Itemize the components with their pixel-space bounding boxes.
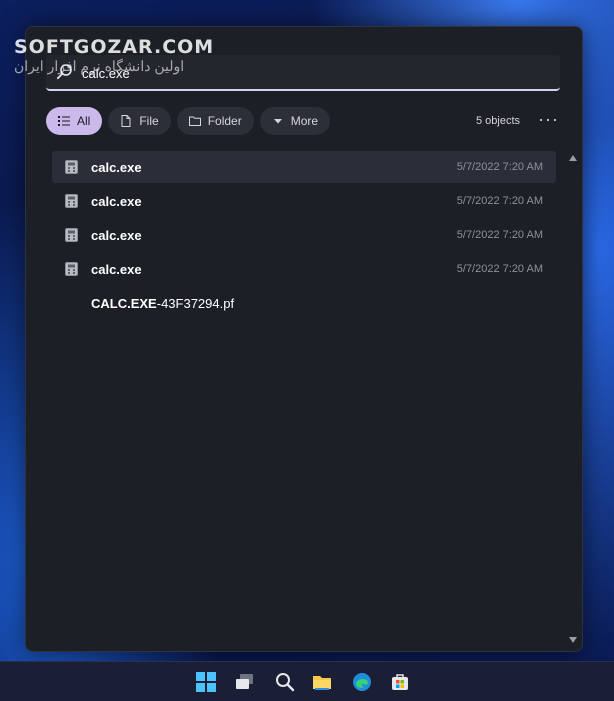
file-icon — [121, 115, 131, 127]
more-options-icon[interactable]: ··· — [538, 109, 559, 130]
watermark-tagline: اولین دانشگاه نرم افزار ایران — [14, 58, 185, 74]
task-view-icon[interactable] — [235, 672, 255, 692]
watermark-brand: SOFTGOZAR.COM — [14, 36, 215, 58]
file-explorer-icon[interactable] — [312, 672, 332, 692]
filter-more-button[interactable]: More — [259, 107, 331, 135]
filter-bar: All File Folder More — [46, 107, 331, 135]
result-count: 5 objects — [476, 115, 521, 127]
filter-folder-button[interactable]: Folder — [176, 107, 254, 135]
result-row-4[interactable]: calc.exe 5/7/2022 7:20 AM — [52, 253, 556, 285]
calculator-icon — [65, 262, 78, 276]
result-name: CALC.EXE-43F37294.pf — [91, 296, 234, 311]
result-date: 5/7/2022 7:20 AM — [456, 229, 543, 241]
search-panel: All File Folder More 5 objects ··· — [25, 26, 583, 652]
result-name: calc.exe — [91, 228, 142, 243]
search-icon[interactable] — [275, 672, 295, 692]
result-date: 5/7/2022 7:20 AM — [456, 195, 543, 207]
result-name-rest: -43F37294.pf — [156, 296, 235, 311]
filter-folder-label: Folder — [207, 114, 242, 128]
windows-start-icon[interactable] — [196, 672, 216, 692]
result-row-5[interactable]: CALC.EXE-43F37294.pf — [52, 287, 556, 319]
result-name: calc.exe — [91, 160, 142, 175]
filter-file-button[interactable]: File — [108, 107, 171, 135]
calculator-icon — [65, 228, 78, 242]
result-name: calc.exe — [91, 194, 142, 209]
results-list: calc.exe 5/7/2022 7:20 AM calc.exe 5/7/2… — [52, 151, 556, 321]
result-row-3[interactable]: calc.exe 5/7/2022 7:20 AM — [52, 219, 556, 251]
scrollbar[interactable] — [568, 151, 578, 647]
store-icon[interactable] — [390, 672, 410, 692]
result-row-1[interactable]: calc.exe 5/7/2022 7:20 AM — [52, 151, 556, 183]
calculator-icon — [65, 194, 78, 208]
taskbar — [0, 661, 614, 701]
result-name-match: CALC.EXE — [91, 296, 157, 311]
result-name: calc.exe — [91, 262, 142, 277]
filter-all-button[interactable]: All — [46, 107, 103, 135]
filter-all-label: All — [77, 114, 91, 128]
result-date: 5/7/2022 7:20 AM — [456, 263, 543, 275]
calculator-icon — [65, 160, 78, 174]
edge-browser-icon[interactable] — [352, 672, 372, 692]
filter-file-label: File — [139, 114, 159, 128]
caret-down-icon — [273, 119, 282, 124]
scroll-down-arrow-icon[interactable] — [569, 637, 577, 643]
filter-more-label: More — [290, 114, 319, 128]
folder-icon — [188, 116, 201, 126]
list-icon — [58, 116, 70, 126]
scroll-up-arrow-icon[interactable] — [569, 155, 577, 161]
result-row-2[interactable]: calc.exe 5/7/2022 7:20 AM — [52, 185, 556, 217]
result-date: 5/7/2022 7:20 AM — [456, 161, 543, 173]
